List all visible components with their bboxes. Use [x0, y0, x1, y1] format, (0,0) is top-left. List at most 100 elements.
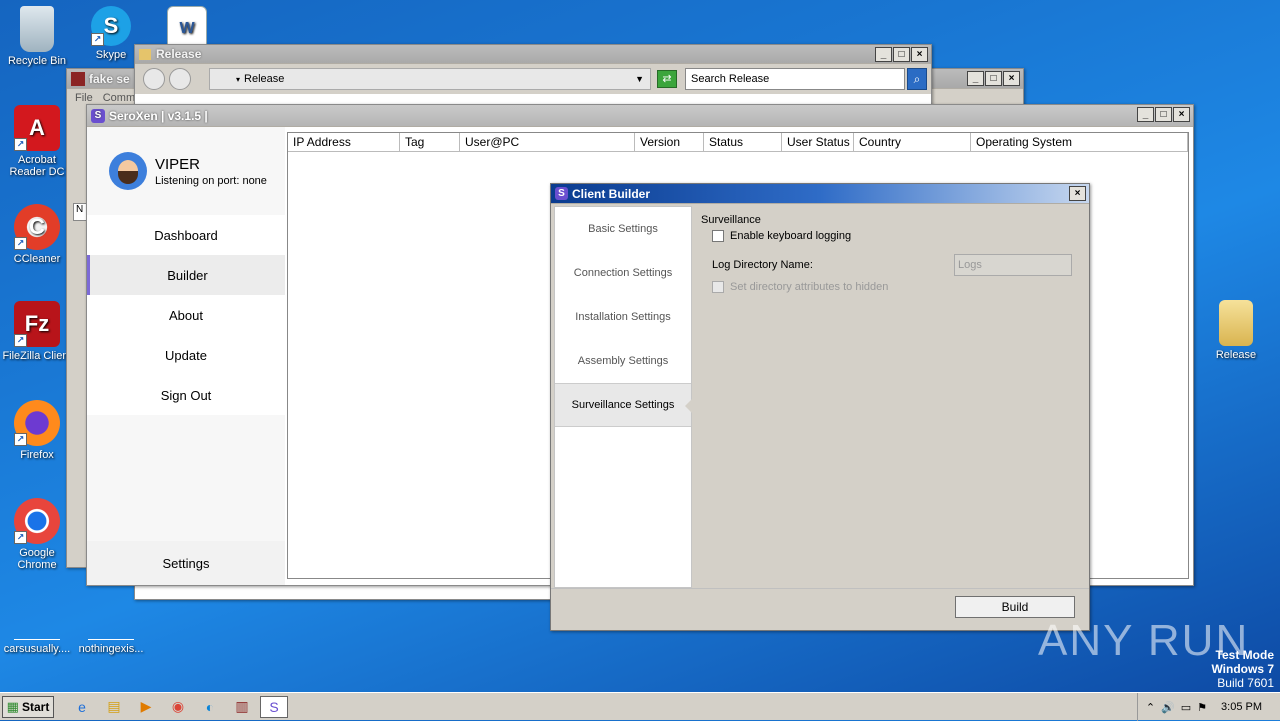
avatar: [109, 152, 147, 190]
forward-icon[interactable]: [169, 68, 191, 90]
acrobat-label: Acrobat Reader DC: [9, 154, 65, 178]
clock[interactable]: 3:05 PM: [1221, 701, 1262, 713]
app-icon: [71, 71, 85, 86]
seroxen-controls: _ □ ×: [1137, 107, 1190, 122]
release-label: Release: [1215, 349, 1257, 361]
nav-settings[interactable]: Settings: [87, 541, 285, 585]
nav-sign-out[interactable]: Sign Out: [87, 375, 285, 415]
tab-surveillance-settings[interactable]: Surveillance Settings: [555, 383, 692, 427]
tray-expand-icon[interactable]: ⌃: [1146, 701, 1155, 714]
close-icon[interactable]: ×: [1003, 71, 1020, 86]
surveillance-heading: Surveillance: [701, 214, 761, 226]
start-button[interactable]: ▦ Start: [2, 695, 54, 718]
hidden-attr-checkbox[interactable]: [712, 281, 724, 294]
keylog-checkbox[interactable]: [712, 230, 724, 243]
col-operating-system[interactable]: Operating System: [971, 133, 1188, 151]
builder-title: Client Builder: [572, 186, 651, 201]
release-folder-icon[interactable]: Release: [1199, 300, 1273, 361]
minimize-icon[interactable]: _: [1137, 107, 1154, 122]
minimize-icon[interactable]: _: [875, 47, 892, 62]
explorer-controls: _ □ ×: [875, 47, 928, 62]
recycle-bin-label: Recycle Bin: [7, 55, 67, 67]
col-user-pc[interactable]: User@PC: [460, 133, 635, 151]
address-bar[interactable]: ▾ Release ▼: [209, 68, 651, 90]
maximize-icon[interactable]: □: [893, 47, 910, 62]
col-tag[interactable]: Tag: [400, 133, 460, 151]
builder-footer: Build: [551, 588, 1089, 630]
media-player-icon[interactable]: ▶: [132, 696, 160, 718]
ccleaner-icon[interactable]: C ↗ CCleaner: [0, 204, 74, 265]
menu-file[interactable]: File: [75, 92, 93, 104]
seroxen-sidebar: VIPER Listening on port: none Dashboard …: [87, 127, 285, 585]
refresh-icon[interactable]: ⇄: [657, 70, 677, 88]
tab-connection-settings[interactable]: Connection Settings: [555, 251, 691, 295]
firefox-icon[interactable]: ↗ Firefox: [0, 400, 74, 461]
nav-builder[interactable]: Builder: [87, 255, 285, 295]
search-icon[interactable]: ⌕: [907, 68, 927, 90]
nav-update[interactable]: Update: [87, 335, 285, 375]
carsusually-label: carsusually....: [3, 643, 71, 655]
search-input[interactable]: Search Release: [685, 68, 905, 90]
col-version[interactable]: Version: [635, 133, 704, 151]
build-button[interactable]: Build: [955, 596, 1075, 618]
flag-icon[interactable]: ⚑: [1197, 701, 1207, 714]
logdir-row: Log Directory Name: Logs: [701, 254, 1079, 276]
back-icon[interactable]: [143, 68, 165, 90]
maximize-icon[interactable]: □: [1155, 107, 1172, 122]
close-icon[interactable]: ×: [1173, 107, 1190, 122]
skype-label: Skype: [95, 49, 127, 61]
ie-icon[interactable]: e: [68, 696, 96, 718]
windows-logo-icon: ▦: [6, 698, 19, 714]
winrar-icon[interactable]: ▥: [228, 696, 256, 718]
explorer-titlebar: Release: [135, 45, 931, 64]
search-placeholder: Search Release: [691, 73, 770, 85]
os-watermark: Test Mode Windows 7 Build 7601: [1211, 648, 1274, 690]
fake-window-controls: _ □ ×: [967, 71, 1020, 86]
tab-assembly-settings[interactable]: Assembly Settings: [555, 339, 691, 383]
column-header: N: [73, 203, 87, 221]
acrobat-icon[interactable]: A ↗ Acrobat Reader DC: [0, 105, 74, 178]
filezilla-label: FileZilla Client: [2, 350, 72, 362]
menu-comm[interactable]: Comm: [103, 92, 135, 104]
logdir-value: Logs: [958, 259, 982, 271]
seroxen-taskbar-icon[interactable]: S: [260, 695, 288, 718]
recycle-bin-icon[interactable]: Recycle Bin: [0, 6, 74, 67]
keylog-label: Enable keyboard logging: [730, 230, 852, 242]
col-status[interactable]: Status: [704, 133, 782, 151]
dropdown-icon[interactable]: ▼: [635, 69, 644, 89]
nothingexis-file-icon[interactable]: nothingexis...: [74, 620, 148, 655]
edge-icon[interactable]: ◐: [196, 696, 224, 718]
seroxen-titlebar: S SeroXen | v3.1.5 |: [87, 105, 1193, 127]
seroxen-logo-icon: S: [555, 187, 568, 200]
volume-icon[interactable]: 🔊: [1161, 701, 1175, 714]
chevron-down-icon: ▾: [236, 75, 241, 84]
os-label: Windows 7: [1211, 662, 1274, 676]
client-builder-dialog[interactable]: S Client Builder × Basic Settings Connec…: [550, 183, 1090, 631]
fake-window-title: fake se: [89, 71, 130, 86]
filezilla-icon[interactable]: Fz ↗ FileZilla Client: [0, 301, 74, 362]
column-n: N: [76, 204, 84, 215]
minimize-icon[interactable]: _: [967, 71, 984, 86]
carsusually-file-icon[interactable]: carsusually....: [0, 620, 74, 655]
chrome-taskbar-icon[interactable]: ◉: [164, 696, 192, 718]
network-icon[interactable]: ▭: [1181, 701, 1191, 714]
keylog-row: Enable keyboard logging: [701, 230, 1079, 248]
tab-installation-settings[interactable]: Installation Settings: [555, 295, 691, 339]
close-icon[interactable]: ×: [911, 47, 928, 62]
firefox-label: Firefox: [20, 449, 54, 461]
chrome-label: Google Chrome: [17, 547, 57, 571]
col-country[interactable]: Country: [854, 133, 971, 151]
nav-about[interactable]: About: [87, 295, 285, 335]
chrome-icon[interactable]: ↗ Google Chrome: [0, 498, 74, 571]
tab-basic-settings[interactable]: Basic Settings: [555, 207, 691, 251]
logdir-field[interactable]: Logs: [954, 254, 1072, 276]
listening-port-status: Listening on port: none: [155, 174, 267, 187]
explorer-taskbar-icon[interactable]: ▤: [100, 696, 128, 718]
col-ip-address[interactable]: IP Address: [288, 133, 400, 151]
user-name: VIPER: [155, 155, 201, 173]
maximize-icon[interactable]: □: [985, 71, 1002, 86]
col-user-status[interactable]: User Status: [782, 133, 854, 151]
address-path: Release: [244, 73, 285, 85]
close-icon[interactable]: ×: [1069, 186, 1086, 201]
nav-dashboard[interactable]: Dashboard: [87, 215, 285, 255]
